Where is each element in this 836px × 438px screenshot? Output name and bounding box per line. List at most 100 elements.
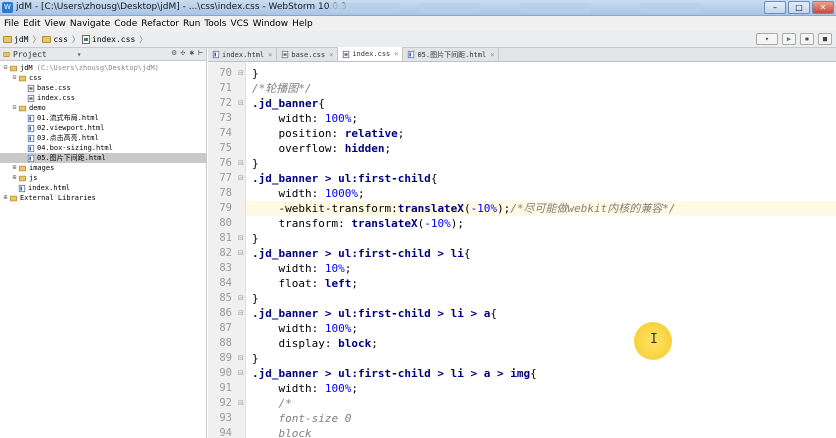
line-number: 71 bbox=[219, 82, 232, 94]
line-number: 88 bbox=[219, 337, 232, 349]
collapse-all-icon[interactable]: ✣ bbox=[181, 48, 186, 57]
code-line: } bbox=[252, 66, 259, 81]
menu-item-help[interactable]: Help bbox=[290, 19, 315, 29]
menu-item-window[interactable]: Window bbox=[251, 19, 291, 29]
tree-item-label: index.css bbox=[37, 94, 75, 102]
breadcrumb-folder[interactable]: css bbox=[42, 35, 68, 44]
menu-item-code[interactable]: Code bbox=[112, 19, 139, 29]
editor-tab-label: base.css bbox=[291, 50, 326, 59]
hide-panel-icon[interactable]: ⊢ bbox=[198, 48, 203, 57]
code-token: ); bbox=[497, 202, 511, 215]
tree-item[interactable]: 03.点击高亮.html bbox=[0, 133, 99, 143]
tree-item[interactable]: ⊞ images bbox=[0, 163, 55, 173]
tree-item[interactable]: 02.viewport.html bbox=[0, 123, 104, 133]
breadcrumb-file[interactable]: index.css bbox=[81, 34, 135, 44]
fold-marker-icon[interactable]: ⊟ bbox=[238, 396, 245, 411]
code-line: /*轮播图*/ bbox=[252, 81, 312, 96]
code-token: width: bbox=[252, 262, 325, 275]
close-tab-icon[interactable]: × bbox=[394, 50, 398, 58]
line-number: 87 bbox=[219, 322, 232, 334]
fold-marker-icon[interactable]: ⊟ bbox=[238, 96, 245, 111]
editor-tab[interactable]: index.css × bbox=[338, 47, 404, 61]
minimize-button[interactable]: – bbox=[764, 1, 786, 14]
folder-icon bbox=[9, 195, 18, 201]
close-tab-icon[interactable]: × bbox=[490, 51, 494, 59]
fold-marker-icon[interactable]: ⊟ bbox=[238, 171, 245, 186]
menu-item-view[interactable]: View bbox=[43, 19, 68, 29]
fold-marker-icon[interactable]: ⊟ bbox=[238, 246, 245, 261]
line-number: 82 bbox=[219, 247, 232, 259]
breadcrumb-separator: 〉 bbox=[71, 34, 80, 44]
tree-item[interactable]: base.css bbox=[0, 83, 71, 93]
tree-item[interactable]: 05.图片下间距.html bbox=[0, 153, 207, 163]
line-number: 70 bbox=[219, 67, 232, 79]
stop-icon[interactable]: ■ bbox=[818, 33, 832, 45]
tree-item[interactable]: ⊞ js bbox=[0, 173, 38, 183]
fold-marker-icon[interactable]: ⊟ bbox=[238, 291, 245, 306]
html-file-icon bbox=[27, 144, 35, 152]
project-panel-title[interactable]: Project bbox=[13, 50, 47, 59]
code-token: { bbox=[318, 97, 325, 110]
maximize-button[interactable]: □ bbox=[788, 1, 810, 14]
collapse-toggle-icon[interactable]: ⊟ bbox=[2, 63, 9, 73]
menu-item-refactor[interactable]: Refactor bbox=[139, 19, 181, 29]
editor-tab[interactable]: base.css × bbox=[277, 48, 339, 61]
tree-item[interactable]: 04.box-sizing.html bbox=[0, 143, 113, 153]
code-token: width: bbox=[252, 382, 325, 395]
menu-item-navigate[interactable]: Navigate bbox=[68, 19, 112, 29]
close-tab-icon[interactable]: × bbox=[268, 51, 272, 59]
tree-item[interactable]: 01.流式布局.html bbox=[0, 113, 99, 123]
tree-item-label: js bbox=[29, 174, 38, 182]
expand-toggle-icon[interactable]: ⊞ bbox=[11, 163, 18, 173]
code-line: transform: translateX(-10%); bbox=[252, 216, 464, 231]
menu-item-vcs[interactable]: VCS bbox=[228, 19, 250, 29]
fold-marker-icon[interactable]: ⊟ bbox=[238, 231, 245, 246]
editor-tab[interactable]: index.html × bbox=[208, 48, 278, 61]
fold-marker-icon[interactable]: ⊟ bbox=[238, 351, 245, 366]
code-line: float: left; bbox=[252, 276, 358, 291]
close-tab-icon[interactable]: × bbox=[329, 51, 333, 59]
menu-item-file[interactable]: File bbox=[2, 19, 21, 29]
fold-marker-icon[interactable]: ⊟ bbox=[238, 156, 245, 171]
folder-icon bbox=[18, 175, 27, 181]
tree-item[interactable]: ⊟ demo bbox=[0, 103, 46, 113]
code-token: /*尽可能做webkit内核的兼容*/ bbox=[510, 202, 676, 215]
scroll-from-source-icon[interactable]: ✱ bbox=[189, 48, 194, 57]
editor-tab-label: index.css bbox=[352, 50, 391, 58]
menu-item-tools[interactable]: Tools bbox=[202, 19, 228, 29]
tree-item-path-hint: (C:\Users\zhousg\Desktop\jdM) bbox=[36, 64, 159, 72]
webstorm-app-icon[interactable]: W bbox=[2, 2, 13, 13]
tree-item[interactable]: ⊞ External Libraries bbox=[0, 193, 96, 203]
breadcrumb-project[interactable]: jdM bbox=[3, 35, 28, 44]
menu-item-run[interactable]: Run bbox=[181, 19, 202, 29]
close-button[interactable]: ✕ bbox=[812, 1, 834, 14]
expand-toggle-icon[interactable]: ⊞ bbox=[2, 193, 9, 203]
code-token: { bbox=[490, 307, 498, 320]
tree-item[interactable]: ⊟ css bbox=[0, 73, 42, 83]
fold-marker-icon[interactable]: ⊟ bbox=[238, 306, 245, 321]
fold-marker-icon[interactable]: ⊟ bbox=[238, 366, 245, 381]
settings-gear-icon[interactable]: ⚙ bbox=[172, 48, 177, 57]
tree-item[interactable]: index.css bbox=[0, 93, 75, 103]
tree-item[interactable]: index.html bbox=[0, 183, 70, 193]
run-icon[interactable]: ▶ bbox=[782, 33, 796, 45]
folder-icon bbox=[3, 35, 12, 43]
tree-item-label: External Libraries bbox=[20, 194, 96, 202]
collapse-toggle-icon[interactable]: ⊟ bbox=[11, 103, 18, 113]
line-number: 80 bbox=[219, 217, 232, 229]
tree-item[interactable]: ⊟ jdM (C:\Users\zhousg\Desktop\jdM) bbox=[0, 63, 159, 73]
line-number: 83 bbox=[219, 262, 232, 274]
folder-icon bbox=[9, 65, 18, 71]
code-token: translateX bbox=[397, 202, 464, 215]
code-line: display: block; bbox=[252, 336, 377, 351]
expand-toggle-icon[interactable]: ⊞ bbox=[11, 173, 18, 183]
project-view-dropdown-icon[interactable]: ▾ bbox=[77, 50, 82, 59]
debug-icon[interactable]: ✱ bbox=[800, 33, 814, 45]
background-window-tab bbox=[640, 3, 700, 13]
menu-item-edit[interactable]: Edit bbox=[21, 19, 42, 29]
run-config-dropdown[interactable]: ▾ bbox=[756, 33, 778, 45]
editor-tab[interactable]: 05.图片下间距.html × bbox=[403, 48, 500, 61]
collapse-toggle-icon[interactable]: ⊟ bbox=[11, 73, 18, 83]
fold-marker-icon[interactable]: ⊟ bbox=[238, 66, 245, 81]
code-token: ); bbox=[450, 217, 464, 230]
